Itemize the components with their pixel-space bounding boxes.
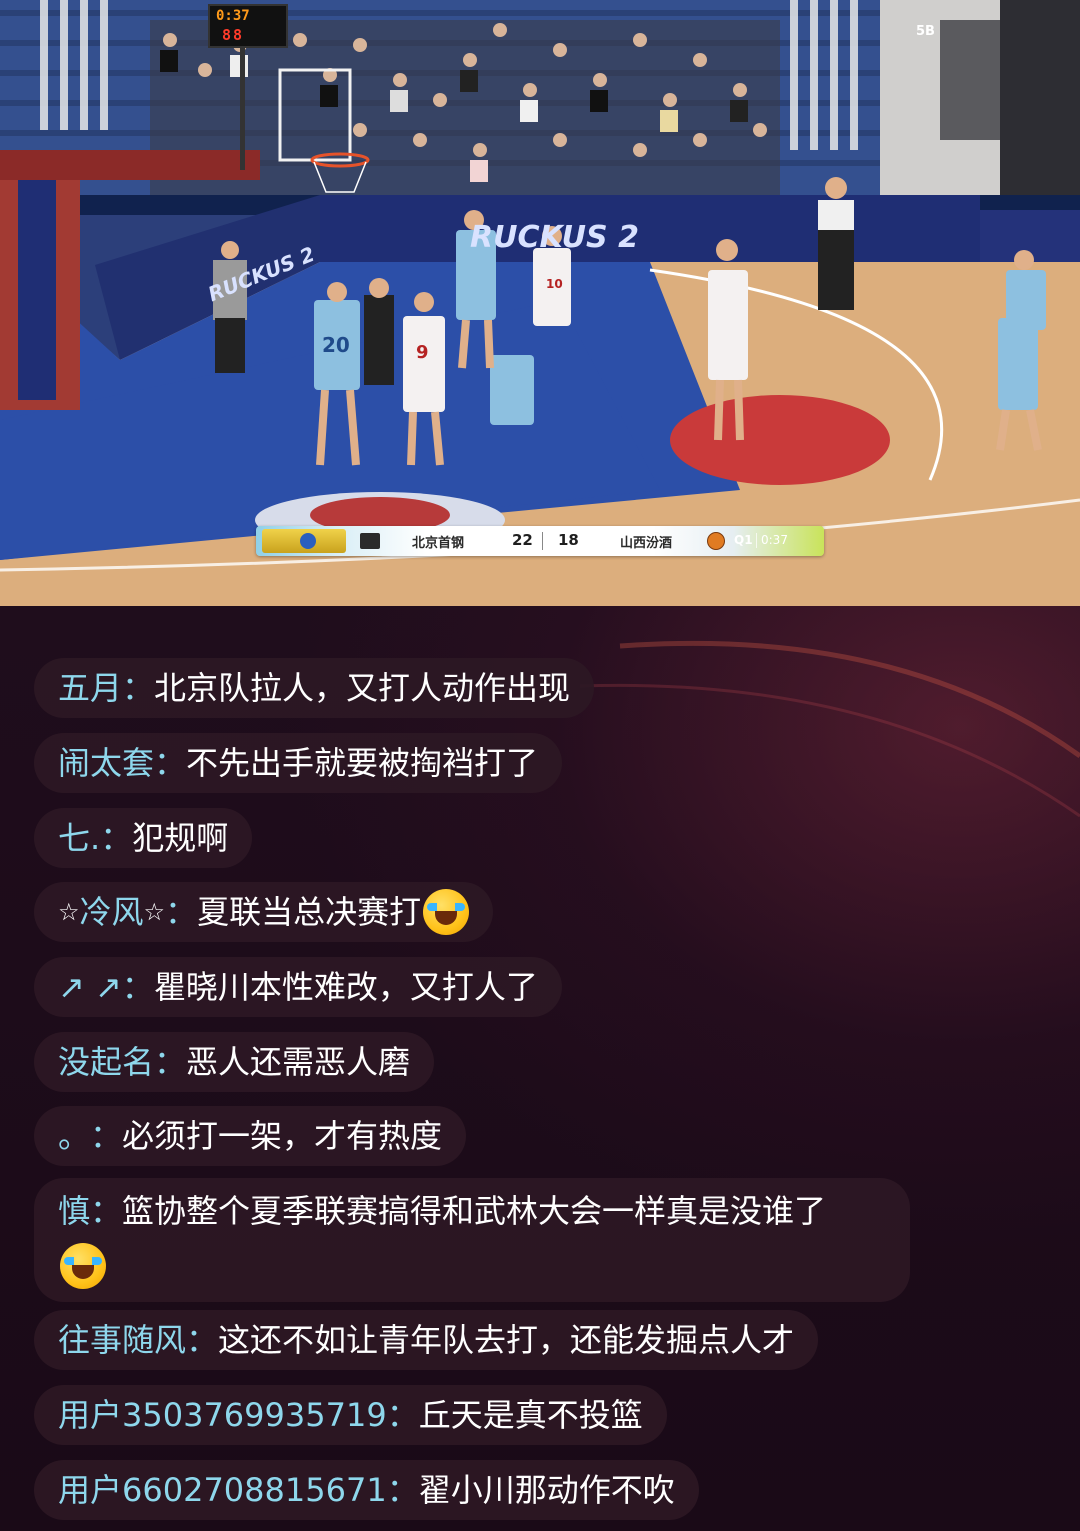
comment-item[interactable]: 五月：北京队拉人，又打人动作出现 [34, 658, 595, 718]
ad-board-text: RUCKUS 2 [470, 220, 639, 255]
star-icon: ☆ [58, 898, 80, 926]
arena-clock-time: 0:37 [216, 8, 250, 24]
home-team-logo [360, 533, 380, 549]
laughing-crying-emoji-icon [60, 1243, 106, 1289]
game-quarter: Q1 [734, 533, 753, 547]
comment-username[interactable]: 。 [58, 1106, 90, 1166]
comment-text: 夏联当总决赛打 [197, 893, 422, 931]
league-logo [262, 529, 346, 553]
away-team-score: 18 [558, 531, 579, 549]
arena-game-clock: 0:37 88 [208, 4, 288, 48]
comment-text: 北京队拉人，又打人动作出现 [154, 669, 571, 707]
comment-username[interactable]: 五月 [58, 658, 122, 718]
comment-username[interactable]: 七. [58, 808, 100, 868]
comment-text: 丘天是真不投篮 [418, 1396, 643, 1434]
comment-item[interactable]: 用户3503769935719：丘天是真不投篮 [34, 1385, 667, 1445]
live-comments-panel[interactable]: 五月：北京队拉人，又打人动作出现 闹太套：不先出手就要被掏裆打了 七.：犯规啊 … [0, 606, 1080, 1531]
laughing-crying-emoji-icon [423, 889, 470, 935]
quarter-divider [756, 533, 757, 548]
comment-text: 篮协整个夏季联赛搞得和武林大会一样真是没谁了 [122, 1192, 827, 1230]
comment-username[interactable]: 慎 [58, 1192, 90, 1230]
comment-item[interactable]: 往事随风：这还不如让青年队去打，还能发掘点人才 [34, 1310, 819, 1370]
comment-item[interactable]: 没起名：恶人还需恶人磨 [34, 1032, 435, 1092]
arena-shot-clock: 88 [222, 26, 245, 44]
home-team-name: 北京首钢 [412, 536, 465, 551]
comment-username[interactable]: 用户3503769935719 [58, 1385, 387, 1445]
jersey-number-10: 10 [546, 277, 563, 291]
home-team-score: 22 [512, 531, 533, 549]
comment-username[interactable]: 冷风 [80, 882, 144, 942]
away-team-logo [707, 532, 725, 550]
comment-username[interactable]: 闹太套 [58, 733, 154, 793]
comment-item[interactable]: 七.：犯规啊 [34, 808, 253, 868]
comment-item[interactable]: ☆ 冷风 ☆：夏联当总决赛打 [34, 882, 494, 942]
comment-item[interactable]: 闹太套：不先出手就要被掏裆打了 [34, 733, 563, 793]
comment-username[interactable]: 往事随风 [58, 1310, 186, 1370]
court-scene: 20 9 10 [0, 0, 1080, 606]
comment-text: 犯规啊 [132, 819, 229, 857]
game-clock: 0:37 [761, 533, 788, 547]
arena-section-sign: 5B [916, 24, 935, 39]
comment-text: 翟小川那动作不吹 [418, 1471, 675, 1509]
comment-username[interactable]: 没起名 [58, 1032, 154, 1092]
comment-text: 恶人还需恶人磨 [186, 1043, 411, 1081]
score-divider [542, 532, 543, 550]
comment-item[interactable]: ↗ ↗：瞿晓川本性难改，又打人了 [34, 957, 562, 1017]
jersey-number-9: 9 [416, 342, 429, 363]
comment-username[interactable]: ↗ ↗ [58, 957, 122, 1017]
comment-item[interactable]: 。：必须打一架，才有热度 [34, 1106, 467, 1166]
comment-text: 瞿晓川本性难改，又打人了 [153, 968, 538, 1006]
video-frame[interactable]: 20 9 10 0:37 88 5B RUCKUS 2 RUCKUS 2 北京首… [0, 0, 1080, 606]
comment-text: 必须打一架，才有热度 [122, 1117, 443, 1155]
star-icon: ☆ [143, 898, 166, 926]
comment-text: 这还不如让青年队去打，还能发掘点人才 [218, 1321, 795, 1359]
comment-item[interactable]: 慎：篮协整个夏季联赛搞得和武林大会一样真是没谁了 [34, 1178, 910, 1302]
comment-username[interactable]: 用户6602708815671 [58, 1460, 387, 1520]
away-team-name: 山西汾酒 [620, 536, 673, 551]
jersey-number-20: 20 [322, 333, 350, 357]
score-bug: 北京首钢 22 18 山西汾酒 Q1 0:37 [256, 526, 824, 556]
comment-text: 不先出手就要被掏裆打了 [186, 744, 539, 782]
comment-item[interactable]: 用户6602708815671：翟小川那动作不吹 [34, 1460, 699, 1520]
